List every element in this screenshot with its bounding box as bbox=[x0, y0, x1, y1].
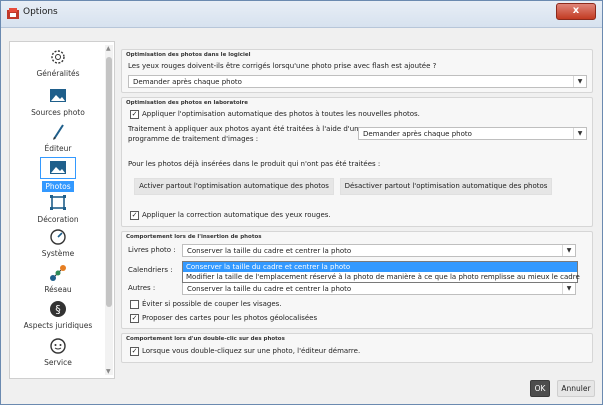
sidebar-item-label: Sources photo bbox=[31, 108, 85, 117]
window-title: Options bbox=[23, 7, 58, 17]
scroll-up-icon[interactable]: ▲ bbox=[106, 45, 111, 52]
avoid-cut-faces-label: Éviter si possible de couper les visages… bbox=[142, 300, 282, 308]
sidebar-item-service[interactable]: Service bbox=[10, 337, 106, 367]
others-label: Autres : bbox=[128, 284, 156, 292]
select-value: Conserver la taille du cadre et centrer … bbox=[187, 247, 352, 255]
sidebar-item-aspects-juridiques[interactable]: § Aspects juridiques bbox=[10, 300, 106, 330]
options-content: Optimisation des photos dans le logiciel… bbox=[121, 45, 595, 375]
sidebar-item-label: Généralités bbox=[36, 69, 80, 78]
scroll-thumb[interactable] bbox=[106, 57, 112, 307]
chevron-down-icon: ▼ bbox=[573, 128, 586, 139]
sidebar-item-reseau[interactable]: Réseau bbox=[10, 264, 106, 294]
cancel-button[interactable]: Annuler bbox=[557, 380, 595, 397]
select-value: Demander après chaque photo bbox=[133, 78, 242, 86]
network-icon bbox=[50, 265, 66, 281]
photo-books-dropdown-list: Conserver la taille du cadre et centrer … bbox=[182, 261, 580, 283]
sidebar-item-photos[interactable]: Photos bbox=[10, 157, 106, 192]
chevron-down-icon: ▼ bbox=[573, 76, 586, 87]
apply-all-checkbox[interactable]: ✓ bbox=[130, 110, 139, 119]
group-software-optim: Optimisation des photos dans le logiciel… bbox=[121, 49, 593, 93]
geo-cards-label: Proposer des cartes pour les photos géol… bbox=[142, 314, 318, 322]
sidebar-item-label: Éditeur bbox=[44, 144, 72, 153]
crop-frame-icon bbox=[50, 195, 66, 210]
svg-text:§: § bbox=[55, 303, 61, 316]
chevron-down-icon: ▼ bbox=[562, 245, 575, 256]
sidebar-item-decoration[interactable]: Décoration bbox=[10, 194, 106, 224]
existing-photos-label: Pour les photos déjà insérées dans le pr… bbox=[128, 160, 381, 168]
others-select[interactable]: Conserver la taille du cadre et centrer … bbox=[182, 282, 576, 295]
group-lab-optim: Optimisation des photos en laboratoire ✓… bbox=[121, 97, 593, 227]
dropdown-option[interactable]: Conserver la taille du cadre et centrer … bbox=[183, 262, 577, 272]
selection-frame bbox=[40, 157, 76, 179]
group-double-click: Comportement lors d'un double-clic sur d… bbox=[121, 333, 593, 363]
sidebar-item-editeur[interactable]: Éditeur bbox=[10, 123, 106, 153]
sidebar-item-label: Aspects juridiques bbox=[23, 321, 93, 330]
avoid-cut-faces-checkbox[interactable] bbox=[130, 300, 139, 309]
paragraph-icon: § bbox=[50, 301, 66, 317]
activate-all-button[interactable]: Activer partout l'optimisation automatiq… bbox=[134, 178, 334, 195]
close-button[interactable]: x bbox=[556, 3, 596, 20]
group-title: Comportement lors d'un double-clic sur d… bbox=[126, 336, 285, 342]
dropdown-option[interactable]: Modifier la taille de l'emplacement rése… bbox=[183, 272, 580, 282]
select-value: Demander après chaque photo bbox=[363, 130, 472, 138]
gauge-icon bbox=[50, 229, 66, 245]
photo-books-select[interactable]: Conserver la taille du cadre et centrer … bbox=[182, 244, 576, 257]
group-title: Optimisation des photos dans le logiciel bbox=[126, 52, 251, 58]
red-eye-question: Les yeux rouges doivent-ils être corrigé… bbox=[128, 62, 437, 70]
geo-cards-checkbox[interactable]: ✓ bbox=[130, 314, 139, 323]
options-window: Options x Généralités Sources photo Édit… bbox=[0, 0, 603, 405]
treat-label-line1: Traitement à appliquer aux photos ayant … bbox=[128, 125, 359, 133]
sidebar-item-sources-photo[interactable]: Sources photo bbox=[10, 87, 106, 117]
image-icon bbox=[50, 89, 66, 102]
photo-books-label: Livres photo : bbox=[128, 246, 176, 254]
calendars-label: Calendriers : bbox=[128, 266, 173, 274]
pen-icon bbox=[53, 124, 64, 140]
sidebar-item-label: Réseau bbox=[44, 285, 72, 294]
group-title: Optimisation des photos en laboratoire bbox=[126, 100, 248, 106]
sidebar-item-label: Photos bbox=[42, 181, 74, 192]
chevron-down-icon: ▼ bbox=[562, 283, 575, 294]
red-eye-select[interactable]: Demander après chaque photo ▼ bbox=[128, 75, 587, 88]
sidebar-item-label: Décoration bbox=[37, 215, 79, 224]
sidebar: Généralités Sources photo Éditeur Photos… bbox=[9, 41, 115, 379]
photo-icon bbox=[50, 161, 66, 174]
treat-select[interactable]: Demander après chaque photo ▼ bbox=[358, 127, 587, 140]
sidebar-item-label: Service bbox=[44, 358, 72, 367]
treat-label-line2: programme de traitement d'images : bbox=[128, 135, 259, 143]
deactivate-all-button[interactable]: Désactiver partout l'optimisation automa… bbox=[340, 178, 552, 195]
app-icon bbox=[7, 8, 19, 19]
red-eye-auto-checkbox[interactable]: ✓ bbox=[130, 211, 139, 220]
sidebar-item-generalites[interactable]: Généralités bbox=[10, 48, 106, 78]
sidebar-item-label: Système bbox=[41, 249, 75, 258]
scroll-down-icon[interactable]: ▼ bbox=[106, 368, 111, 375]
sidebar-item-systeme[interactable]: Système bbox=[10, 228, 106, 258]
sidebar-scrollbar[interactable]: ▲ ▼ bbox=[105, 45, 113, 375]
ok-button[interactable]: OK bbox=[530, 380, 550, 397]
select-value: Conserver la taille du cadre et centrer … bbox=[187, 285, 352, 293]
title-bar: Options x bbox=[1, 1, 602, 28]
apply-all-label: Appliquer l'optimisation automatique des… bbox=[142, 110, 420, 118]
double-click-checkbox[interactable]: ✓ bbox=[130, 347, 139, 356]
gear-icon bbox=[51, 50, 65, 64]
group-title: Comportement lors de l'insertion de phot… bbox=[126, 234, 262, 240]
red-eye-auto-label: Appliquer la correction automatique des … bbox=[142, 211, 331, 219]
double-click-label: Lorsque vous double-cliquez sur une phot… bbox=[142, 347, 361, 355]
support-icon bbox=[50, 338, 66, 354]
